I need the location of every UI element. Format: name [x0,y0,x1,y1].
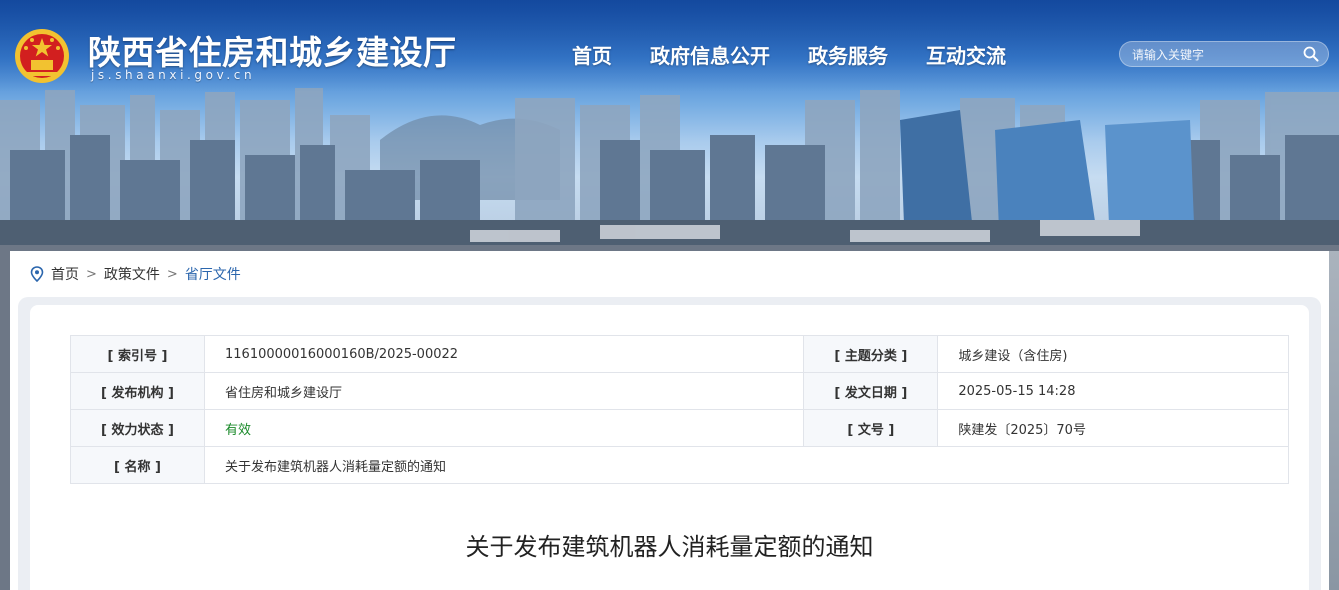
nav-item-info-disclosure[interactable]: 政府信息公开 [650,40,770,69]
table-row: [ 效力状态 ] 有效 [ 文号 ] 陕建发〔2025〕70号 [70,409,1289,447]
page-edge [1329,251,1339,590]
search-input[interactable] [1130,45,1302,65]
breadcrumb-separator: > [166,266,178,282]
table-row: [ 发布机构 ] 省住房和城乡建设厅 [ 发文日期 ] 2025-05-15 1… [70,372,1289,410]
breadcrumb-home[interactable]: 首页 [51,264,79,284]
nav-item-services[interactable]: 政务服务 [808,40,888,69]
breadcrumb-separator: > [86,266,97,282]
search-icon[interactable] [1303,46,1319,62]
site-title[interactable]: 陕西省住房和城乡建设厅 [88,26,457,74]
nav-item-home[interactable]: 首页 [572,40,612,69]
name-value: 关于发布建筑机器人消耗量定额的通知 [204,446,1289,484]
index-label: [ 索引号 ] [70,335,205,373]
document-meta-table: [ 索引号 ] 11610000016000160B/2025-00022 [ … [70,335,1289,484]
docno-label: [ 文号 ] [803,409,939,447]
site-domain: js.shaanxi.gov.cn [91,68,256,82]
nav-item-interaction[interactable]: 互动交流 [926,40,1006,69]
document-title: 关于发布建筑机器人消耗量定额的通知 [465,533,874,561]
name-label: [ 名称 ] [70,446,205,484]
main-nav: 首页 政府信息公开 政务服务 互动交流 [560,40,1044,69]
table-row: [ 索引号 ] 11610000016000160B/2025-00022 [ … [70,335,1289,373]
document-card: [ 索引号 ] 11610000016000160B/2025-00022 [ … [30,305,1309,590]
content-background: [ 索引号 ] 11610000016000160B/2025-00022 [ … [18,297,1321,590]
docno-value: 陕建发〔2025〕70号 [937,409,1289,447]
location-pin-icon [30,266,44,282]
index-value: 11610000016000160B/2025-00022 [203,335,805,373]
publisher-label: [ 发布机构 ] [70,372,205,410]
publisher-value: 省住房和城乡建设厅 [203,372,805,410]
breadcrumb: 首页 > 政策文件 > 省厅文件 [30,264,241,284]
breadcrumb-current[interactable]: 省厅文件 [185,264,241,284]
content-page: 首页 > 政策文件 > 省厅文件 [ 索引号 ] 116100000160001… [10,251,1329,590]
table-row: [ 名称 ] 关于发布建筑机器人消耗量定额的通知 [70,446,1289,484]
topic-value: 城乡建设（含住房) [937,335,1289,373]
date-value: 2025-05-15 14:28 [937,372,1289,410]
topic-label: [ 主题分类 ] [803,335,939,373]
status-label: [ 效力状态 ] [70,409,205,447]
date-label: [ 发文日期 ] [803,372,939,410]
search-box [1119,41,1329,67]
breadcrumb-policy-docs[interactable]: 政策文件 [104,264,160,284]
national-emblem-icon[interactable] [12,26,72,86]
status-value: 有效 [203,409,805,447]
